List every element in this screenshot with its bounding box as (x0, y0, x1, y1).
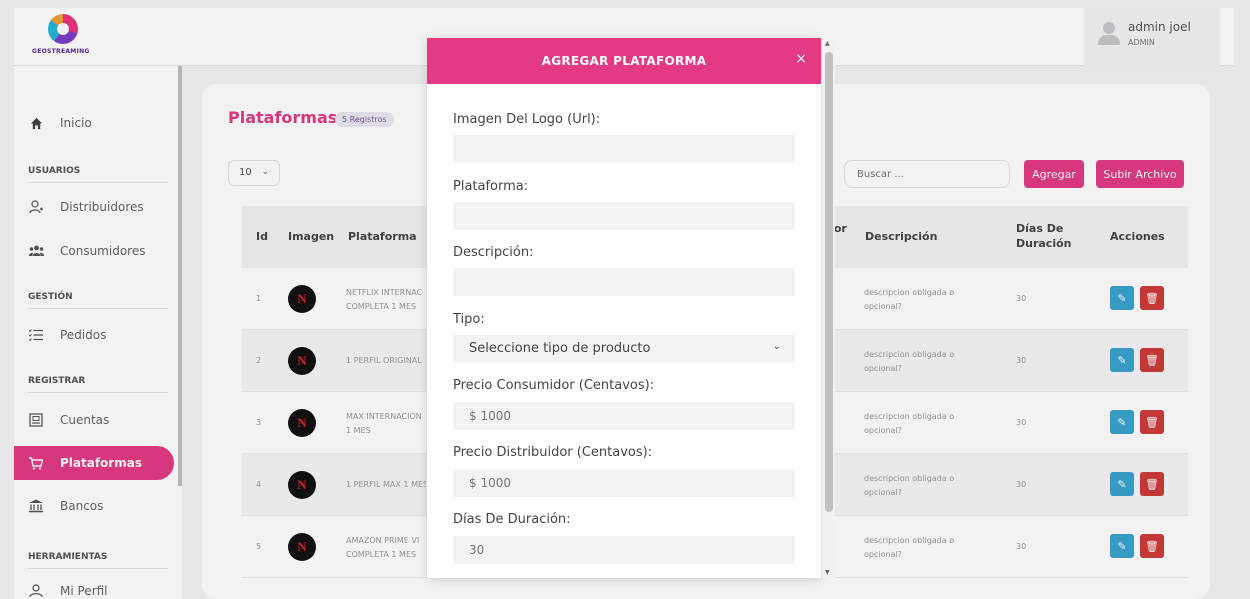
type-select[interactable]: Seleccione tipo de producto ⌄ (453, 335, 795, 363)
days-label: Días De Duración: (453, 512, 571, 527)
scroll-up-icon[interactable]: ▲ (825, 40, 830, 47)
logo-url-label: Imagen Del Logo (Url): (453, 112, 601, 127)
chevron-down-icon: ⌄ (772, 341, 781, 352)
price-distributor-input[interactable] (453, 469, 795, 497)
type-selected-value: Seleccione tipo de producto (469, 341, 651, 356)
description-label: Descripción: (453, 245, 534, 260)
price-consumer-input[interactable] (453, 402, 795, 430)
close-icon[interactable]: × (795, 51, 807, 67)
add-platform-modal: AGREGAR PLATAFORMA × Imagen Del Logo (Ur… (427, 38, 821, 578)
scroll-thumb[interactable] (825, 52, 833, 512)
platform-label: Plataforma: (453, 179, 529, 194)
platform-input[interactable] (453, 202, 795, 230)
days-input[interactable] (453, 536, 795, 564)
description-input[interactable] (453, 268, 795, 296)
price-distributor-label: Precio Distribuidor (Centavos): (453, 445, 653, 460)
modal-title: AGREGAR PLATAFORMA (541, 54, 707, 68)
modal-scrollbar[interactable]: ▲ ▼ (821, 38, 835, 578)
modal-header: AGREGAR PLATAFORMA × (427, 38, 821, 84)
logo-url-input[interactable] (453, 135, 795, 163)
scroll-down-icon[interactable]: ▼ (825, 569, 830, 576)
price-consumer-label: Precio Consumidor (Centavos): (453, 378, 655, 393)
type-label: Tipo: (453, 312, 485, 327)
